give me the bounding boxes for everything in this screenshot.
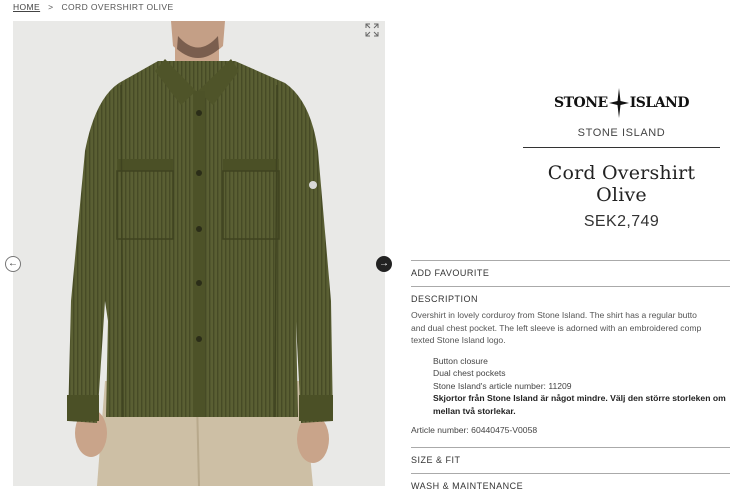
article-number: Article number: 60440475-V0058 (411, 425, 538, 435)
arrow-left-icon[interactable]: ← (5, 256, 21, 272)
expand-icon[interactable] (365, 23, 379, 37)
list-item: Stone Island's article number: 11209 (433, 380, 730, 393)
wash-maintenance-toggle[interactable]: WASH & MAINTENANCE (411, 473, 730, 490)
brand-section: STONE ISLAND STONE ISLAND Cord Overshirt… (523, 88, 720, 231)
description-line: texted Stone Island logo. (411, 335, 506, 345)
product-price: SEK2,749 (583, 213, 660, 230)
stone-island-logo[interactable]: STONE ISLAND (523, 88, 720, 118)
breadcrumb-home-link[interactable]: HOME (13, 2, 40, 12)
size-fit-toggle[interactable]: SIZE & FIT (411, 447, 730, 473)
compass-star-icon (608, 88, 629, 118)
product-title: Cord Overshirt Olive (547, 162, 696, 206)
product-image[interactable] (13, 21, 385, 486)
list-item: Button closure (433, 355, 730, 368)
breadcrumb: HOME > CORD OVERSHIRT OLIVE (13, 2, 174, 12)
breadcrumb-separator: > (48, 2, 54, 12)
description-line: and dual chest pocket. The left sleeve i… (411, 322, 702, 333)
product-info-accordion: ADD FAVOURITE DESCRIPTION Overshirt in l… (411, 260, 730, 490)
description-line: Overshirt in lovely corduroy from Stone … (411, 310, 697, 320)
product-photo (13, 21, 385, 486)
description-toggle[interactable]: DESCRIPTION (411, 286, 730, 310)
list-item: mellan två storlekar. (433, 405, 516, 416)
logo-left-text: STONE (553, 95, 608, 111)
breadcrumb-current: CORD OVERSHIRT OLIVE (61, 2, 174, 12)
divider (523, 147, 720, 148)
arrow-right-icon[interactable]: → (376, 256, 392, 272)
feature-list: Button closure Dual chest pockets Stone … (411, 355, 730, 418)
logo-right-text: ISLAND (629, 95, 690, 111)
list-item: Skjortor från Stone Island är något mind… (433, 392, 730, 405)
description-body: Overshirt in lovely corduroy from Stone … (411, 309, 730, 447)
brand-name-link[interactable]: STONE ISLAND (523, 127, 720, 139)
add-favourite-button[interactable]: ADD FAVOURITE (411, 260, 730, 286)
list-item: Dual chest pockets (433, 367, 730, 380)
